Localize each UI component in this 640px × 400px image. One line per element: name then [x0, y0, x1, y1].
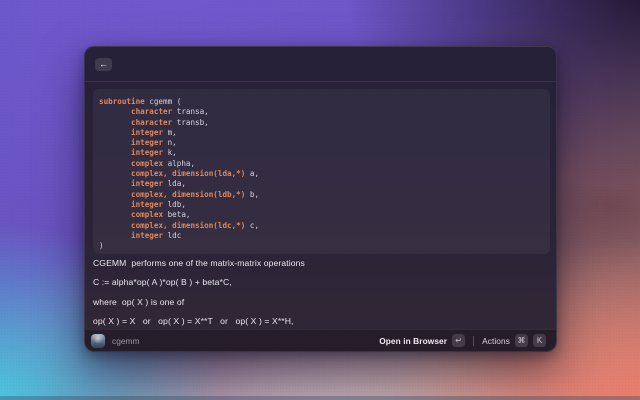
description-section: CGEMM performs one of the matrix-matrix … — [93, 258, 550, 336]
code-line: complex, dimension(lda,*) a, — [99, 169, 544, 179]
actions-label: Actions — [482, 336, 510, 346]
actions-button[interactable]: Actions ⌘ K — [482, 334, 546, 347]
code-block: subroutine cgemm ( character transa, cha… — [93, 89, 550, 254]
code-line: integer m, — [99, 128, 544, 138]
description-paragraph: op( X ) = X or op( X ) = X**T or op( X )… — [93, 316, 550, 326]
command-key-icon: ⌘ — [515, 334, 528, 347]
code-line: integer ldc — [99, 231, 544, 241]
code-line: character transa, — [99, 107, 544, 117]
return-key-icon: ↵ — [452, 334, 465, 347]
code-line: integer lda, — [99, 179, 544, 189]
k-key-icon: K — [533, 334, 546, 347]
code-line: integer n, — [99, 138, 544, 148]
code-line: complex alpha, — [99, 159, 544, 169]
desktop-background: ← subroutine cgemm ( character transa, c… — [0, 0, 640, 400]
open-in-browser-label: Open in Browser — [379, 336, 447, 346]
open-in-browser-button[interactable]: Open in Browser ↵ — [379, 334, 465, 347]
code-line: complex beta, — [99, 210, 544, 220]
nav-header: ← — [85, 47, 556, 82]
code-line: character transb, — [99, 118, 544, 128]
code-line: integer ldb, — [99, 200, 544, 210]
back-button[interactable]: ← — [95, 58, 112, 71]
description-paragraph: CGEMM performs one of the matrix-matrix … — [93, 258, 550, 268]
action-bar-divider — [473, 336, 474, 346]
documentation-window: ← subroutine cgemm ( character transa, c… — [84, 46, 557, 352]
code-line: ) — [99, 241, 544, 251]
action-bar: cgemm Open in Browser ↵ Actions ⌘ K — [85, 329, 556, 351]
action-bar-right: Open in Browser ↵ Actions ⌘ K — [379, 334, 546, 347]
description-paragraph: where op( X ) is one of — [93, 297, 550, 307]
code-line: complex, dimension(ldc,*) c, — [99, 221, 544, 231]
code-line: complex, dimension(ldb,*) b, — [99, 190, 544, 200]
code-line: subroutine cgemm ( — [99, 97, 544, 107]
command-label: cgemm — [112, 336, 139, 346]
screen-bottom-edge — [0, 396, 640, 400]
code-line: integer k, — [99, 148, 544, 158]
result-app-icon — [91, 334, 105, 348]
description-paragraph: C := alpha*op( A )*op( B ) + beta*C, — [93, 277, 550, 287]
back-arrow-icon: ← — [99, 60, 108, 69]
